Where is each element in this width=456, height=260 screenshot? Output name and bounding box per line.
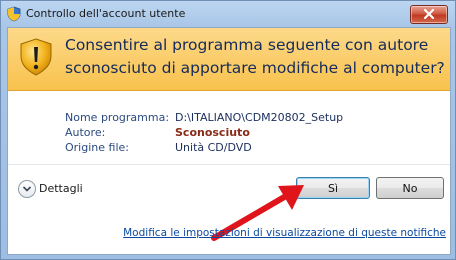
close-button[interactable] xyxy=(410,5,448,24)
origin-label: Origine file: xyxy=(65,141,129,154)
window-title: Controllo dell'account utente xyxy=(26,7,186,20)
program-name-value: D:\ITALIANO\CDM20802_Setup xyxy=(175,111,344,124)
uac-dialog-window: Controllo dell'account utente Consentire… xyxy=(0,0,456,260)
chevron-down-icon xyxy=(22,186,32,192)
origin-value: Unità CD/DVD xyxy=(175,141,252,154)
heading-line-2: sconosciuto di apportare modifiche al co… xyxy=(65,59,445,77)
prompt-heading: Consentire al programma seguente con aut… xyxy=(65,34,445,80)
uac-shield-warning-icon xyxy=(20,38,52,76)
program-name-label: Nome programma: xyxy=(65,111,170,124)
publisher-label: Autore: xyxy=(65,126,106,139)
warning-header: Consentire al programma seguente con aut… xyxy=(8,28,450,91)
no-button[interactable]: No xyxy=(376,177,444,199)
details-toggle-label[interactable]: Dettagli xyxy=(39,182,83,195)
dialog-content: Consentire al programma seguente con aut… xyxy=(7,27,451,255)
title-bar[interactable]: Controllo dell'account utente xyxy=(1,1,455,27)
publisher-value: Sconosciuto xyxy=(175,126,250,139)
details-expand-button[interactable] xyxy=(18,180,36,198)
divider xyxy=(8,164,450,165)
heading-line-1: Consentire al programma seguente con aut… xyxy=(65,36,429,54)
notification-settings-link[interactable]: Modifica le impostazioni di visualizzazi… xyxy=(8,227,446,239)
close-icon xyxy=(423,9,435,19)
uac-shield-icon xyxy=(7,6,21,22)
